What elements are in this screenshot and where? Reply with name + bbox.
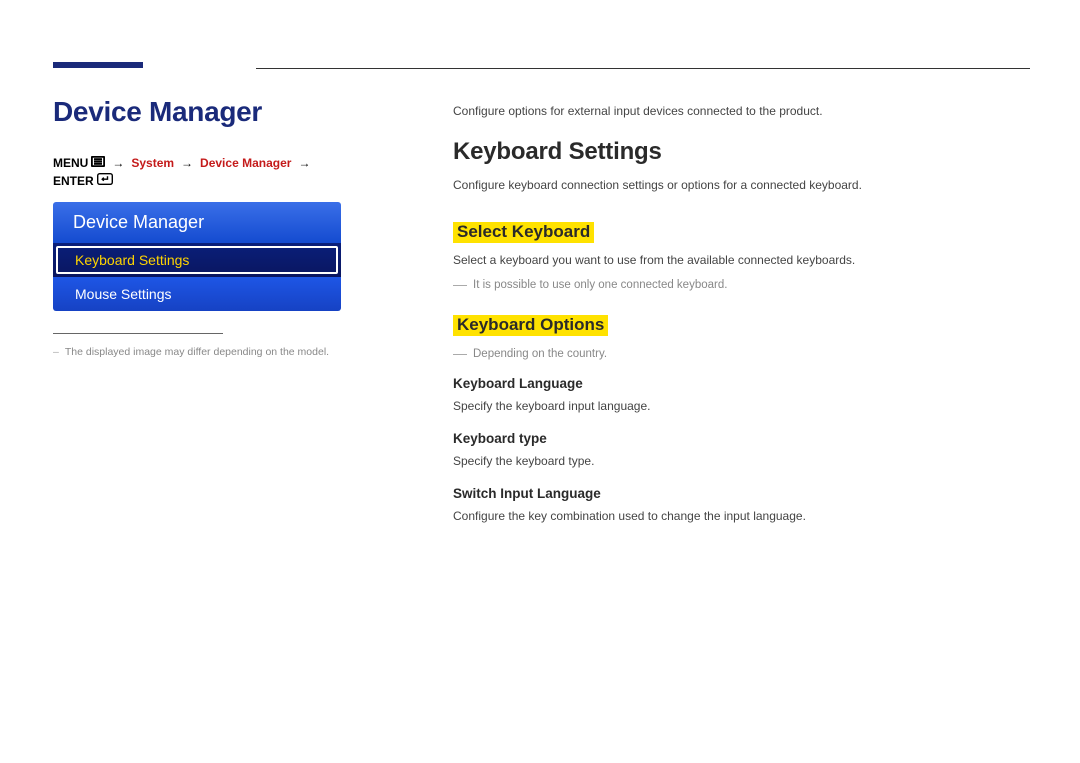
keyboard-options-note-text: Depending on the country. <box>473 348 607 360</box>
left-column: Device Manager MENU → System → Device Ma… <box>53 96 343 358</box>
keyboard-type-desc: Specify the keyboard type. <box>453 452 1031 470</box>
osd-title: Device Manager <box>53 202 341 243</box>
osd-menu: Device Manager Keyboard Settings Mouse S… <box>53 202 341 311</box>
enter-icon <box>97 173 113 188</box>
select-keyboard-desc: Select a keyboard you want to use from t… <box>453 251 1031 269</box>
keyboard-language-desc: Specify the keyboard input language. <box>453 397 1031 415</box>
breadcrumb-system: System <box>131 156 174 170</box>
breadcrumb-arrow: → <box>177 156 197 170</box>
dash-icon <box>453 348 467 360</box>
heading-keyboard-language: Keyboard Language <box>453 376 1031 391</box>
osd-item-keyboard-settings[interactable]: Keyboard Settings <box>53 243 341 277</box>
heading-keyboard-options: Keyboard Options <box>453 315 608 336</box>
dash-icon: – <box>53 346 59 358</box>
menu-icon <box>91 156 105 170</box>
keyboard-settings-desc: Configure keyboard connection settings o… <box>453 176 1031 194</box>
top-horizontal-rule <box>256 68 1030 69</box>
heading-keyboard-settings: Keyboard Settings <box>453 138 1031 166</box>
content-column: Configure options for external input dev… <box>453 102 1031 535</box>
left-footnote-text: The displayed image may differ depending… <box>65 346 329 358</box>
osd-item-label: Mouse Settings <box>75 286 172 302</box>
heading-select-keyboard: Select Keyboard <box>453 222 594 243</box>
osd-item-mouse-settings[interactable]: Mouse Settings <box>53 277 341 311</box>
switch-input-language-desc: Configure the key combination used to ch… <box>453 507 1031 525</box>
select-keyboard-note-text: It is possible to use only one connected… <box>473 279 727 291</box>
osd-item-label: Keyboard Settings <box>75 252 189 268</box>
breadcrumb-arrow: → <box>108 156 128 170</box>
breadcrumb: MENU → System → Device Manager → ENTER <box>53 156 343 188</box>
breadcrumb-device-manager: Device Manager <box>200 156 291 170</box>
breadcrumb-menu-label: MENU <box>53 156 88 170</box>
intro-text: Configure options for external input dev… <box>453 102 1031 120</box>
keyboard-options-note: Depending on the country. <box>453 348 1031 360</box>
dash-icon <box>453 279 467 291</box>
breadcrumb-enter-label: ENTER <box>53 174 94 188</box>
accent-bar <box>53 62 143 68</box>
breadcrumb-arrow: → <box>294 156 314 170</box>
heading-keyboard-type: Keyboard type <box>453 431 1031 446</box>
heading-switch-input-language: Switch Input Language <box>453 486 1031 501</box>
page-title: Device Manager <box>53 96 343 128</box>
left-footnote: – The displayed image may differ dependi… <box>53 346 343 358</box>
footnote-rule <box>53 333 223 334</box>
select-keyboard-note: It is possible to use only one connected… <box>453 279 1031 291</box>
